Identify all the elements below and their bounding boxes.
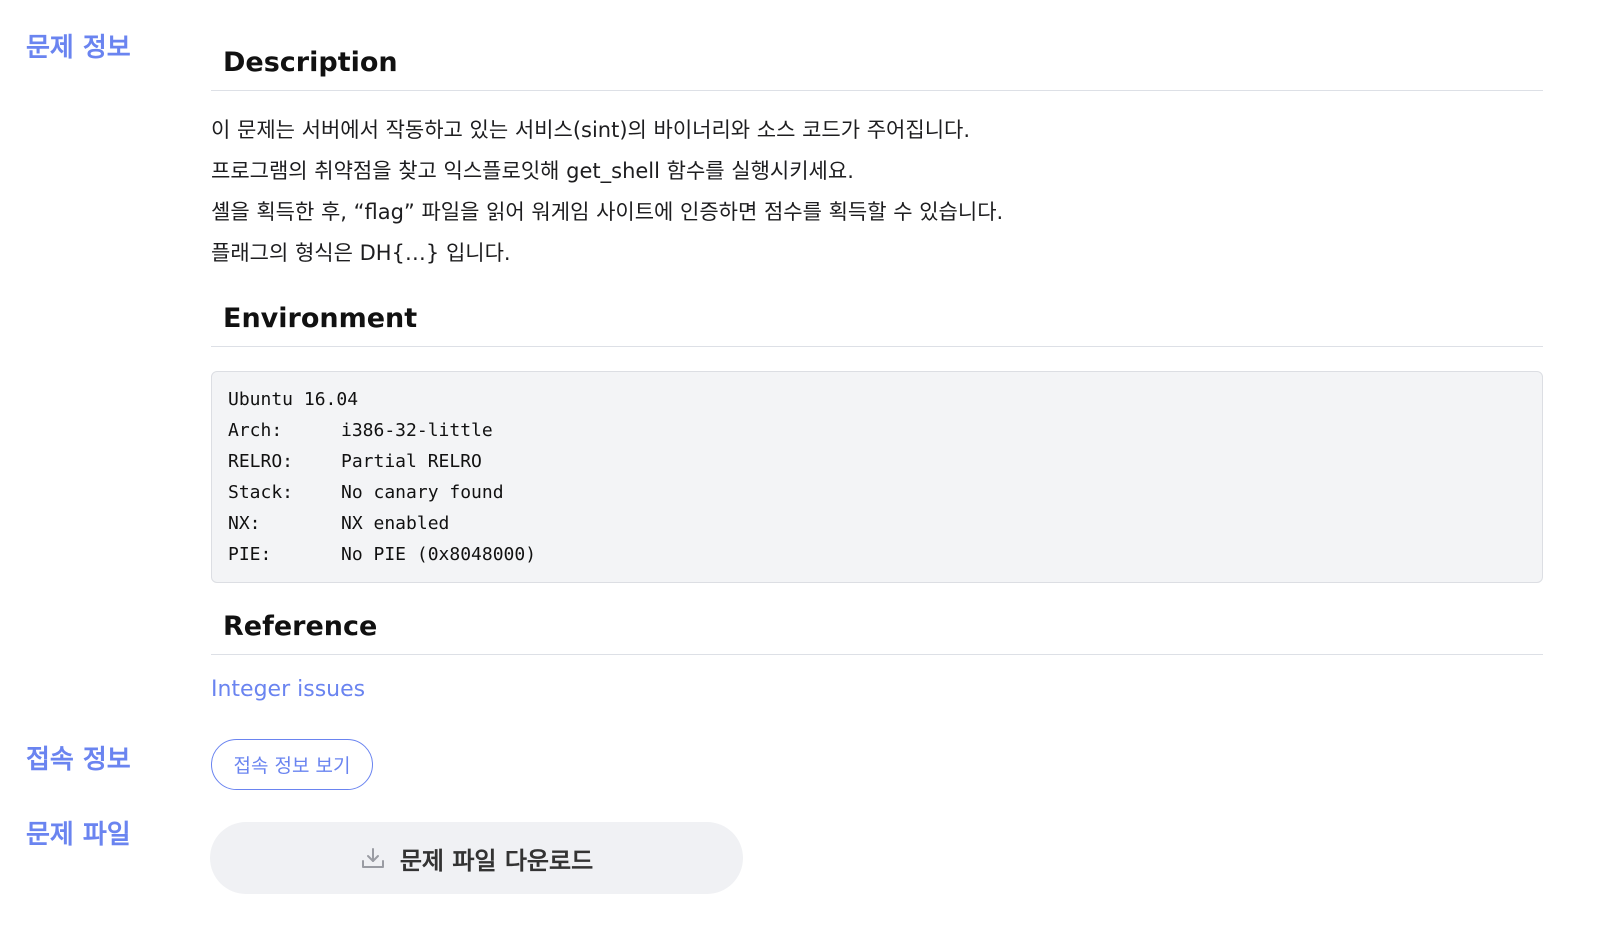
view-connection-info-button[interactable]: 접속 정보 보기 bbox=[211, 739, 373, 790]
download-icon bbox=[360, 846, 386, 870]
environment-row: NX: NX enabled bbox=[228, 508, 1526, 539]
environment-row: RELRO: Partial RELRO bbox=[228, 446, 1526, 477]
problem-info-label: 문제 정보 bbox=[26, 33, 131, 63]
reference-section: Reference Integer issues bbox=[211, 610, 1543, 702]
environment-key: NX: bbox=[228, 513, 261, 534]
environment-row: Stack: No canary found bbox=[228, 477, 1526, 508]
environment-value: No canary found bbox=[341, 482, 504, 503]
reference-heading: Reference bbox=[211, 610, 1543, 655]
description-line: 셸을 획득한 후, “flag” 파일을 읽어 워게임 사이트에 인증하면 점수… bbox=[211, 200, 1004, 224]
environment-value: i386-32-little bbox=[341, 420, 493, 441]
download-problem-file-button[interactable]: 문제 파일 다운로드 bbox=[210, 822, 743, 894]
description-line: 플래그의 형식은 DH{…} 입니다. bbox=[211, 241, 511, 265]
description-section: Description 이 문제는 서버에서 작동하고 있는 서비스(sint)… bbox=[211, 46, 1543, 274]
os-version: Ubuntu 16.04 bbox=[228, 389, 359, 410]
download-button-label: 문제 파일 다운로드 bbox=[399, 846, 594, 875]
connection-info-label: 접속 정보 bbox=[26, 745, 131, 775]
reference-link-integer-issues[interactable]: Integer issues bbox=[211, 677, 365, 702]
environment-key: RELRO: bbox=[228, 451, 294, 472]
environment-section: Environment Ubuntu 16.04 Arch: i386-32-li… bbox=[211, 302, 1543, 583]
environment-value: No PIE (0x8048000) bbox=[341, 544, 537, 565]
environment-code-block: Ubuntu 16.04 Arch: i386-32-little RELRO: P… bbox=[211, 371, 1543, 583]
environment-key: PIE: bbox=[228, 544, 272, 565]
description-body: 이 문제는 서버에서 작동하고 있는 서비스(sint)의 바이너리와 소스 코… bbox=[211, 110, 1543, 274]
description-heading: Description bbox=[211, 46, 1543, 91]
problem-file-label: 문제 파일 bbox=[26, 820, 131, 850]
environment-key: Arch: bbox=[228, 420, 283, 441]
environment-row: Arch: i386-32-little bbox=[228, 415, 1526, 446]
environment-key: Stack: bbox=[228, 482, 294, 503]
environment-value: NX enabled bbox=[341, 513, 450, 534]
description-line: 이 문제는 서버에서 작동하고 있는 서비스(sint)의 바이너리와 소스 코… bbox=[211, 118, 971, 142]
description-line: 프로그램의 취약점을 찾고 익스플로잇해 get_shell 함수를 실행시키세… bbox=[211, 159, 854, 183]
environment-os-line: Ubuntu 16.04 bbox=[228, 384, 1526, 415]
environment-heading: Environment bbox=[211, 302, 1543, 347]
environment-row: PIE: No PIE (0x8048000) bbox=[228, 539, 1526, 570]
environment-value: Partial RELRO bbox=[341, 451, 482, 472]
